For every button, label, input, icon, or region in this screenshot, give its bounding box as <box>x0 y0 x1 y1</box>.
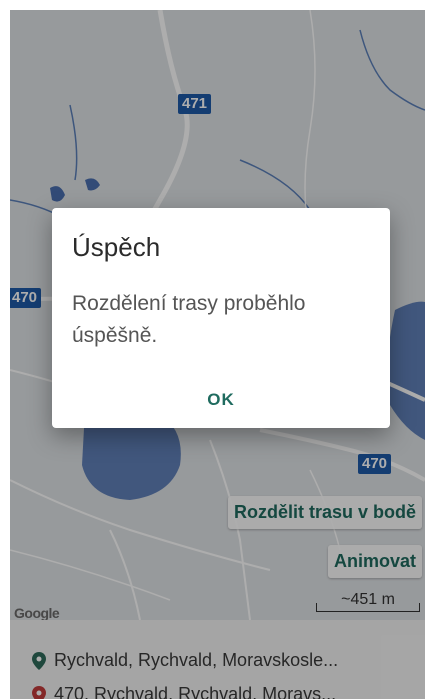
dialog-title: Úspěch <box>72 232 161 262</box>
success-dialog: Úspěch Rozdělení trasy proběhlo úspěšně.… <box>52 208 390 428</box>
ok-button[interactable]: OK <box>192 390 250 410</box>
dialog-message: Rozdělení trasy proběhlo úspěšně. <box>72 292 306 347</box>
app-frame: 471 470 470 Rozdělit trasu v bodě Animov… <box>10 10 425 699</box>
